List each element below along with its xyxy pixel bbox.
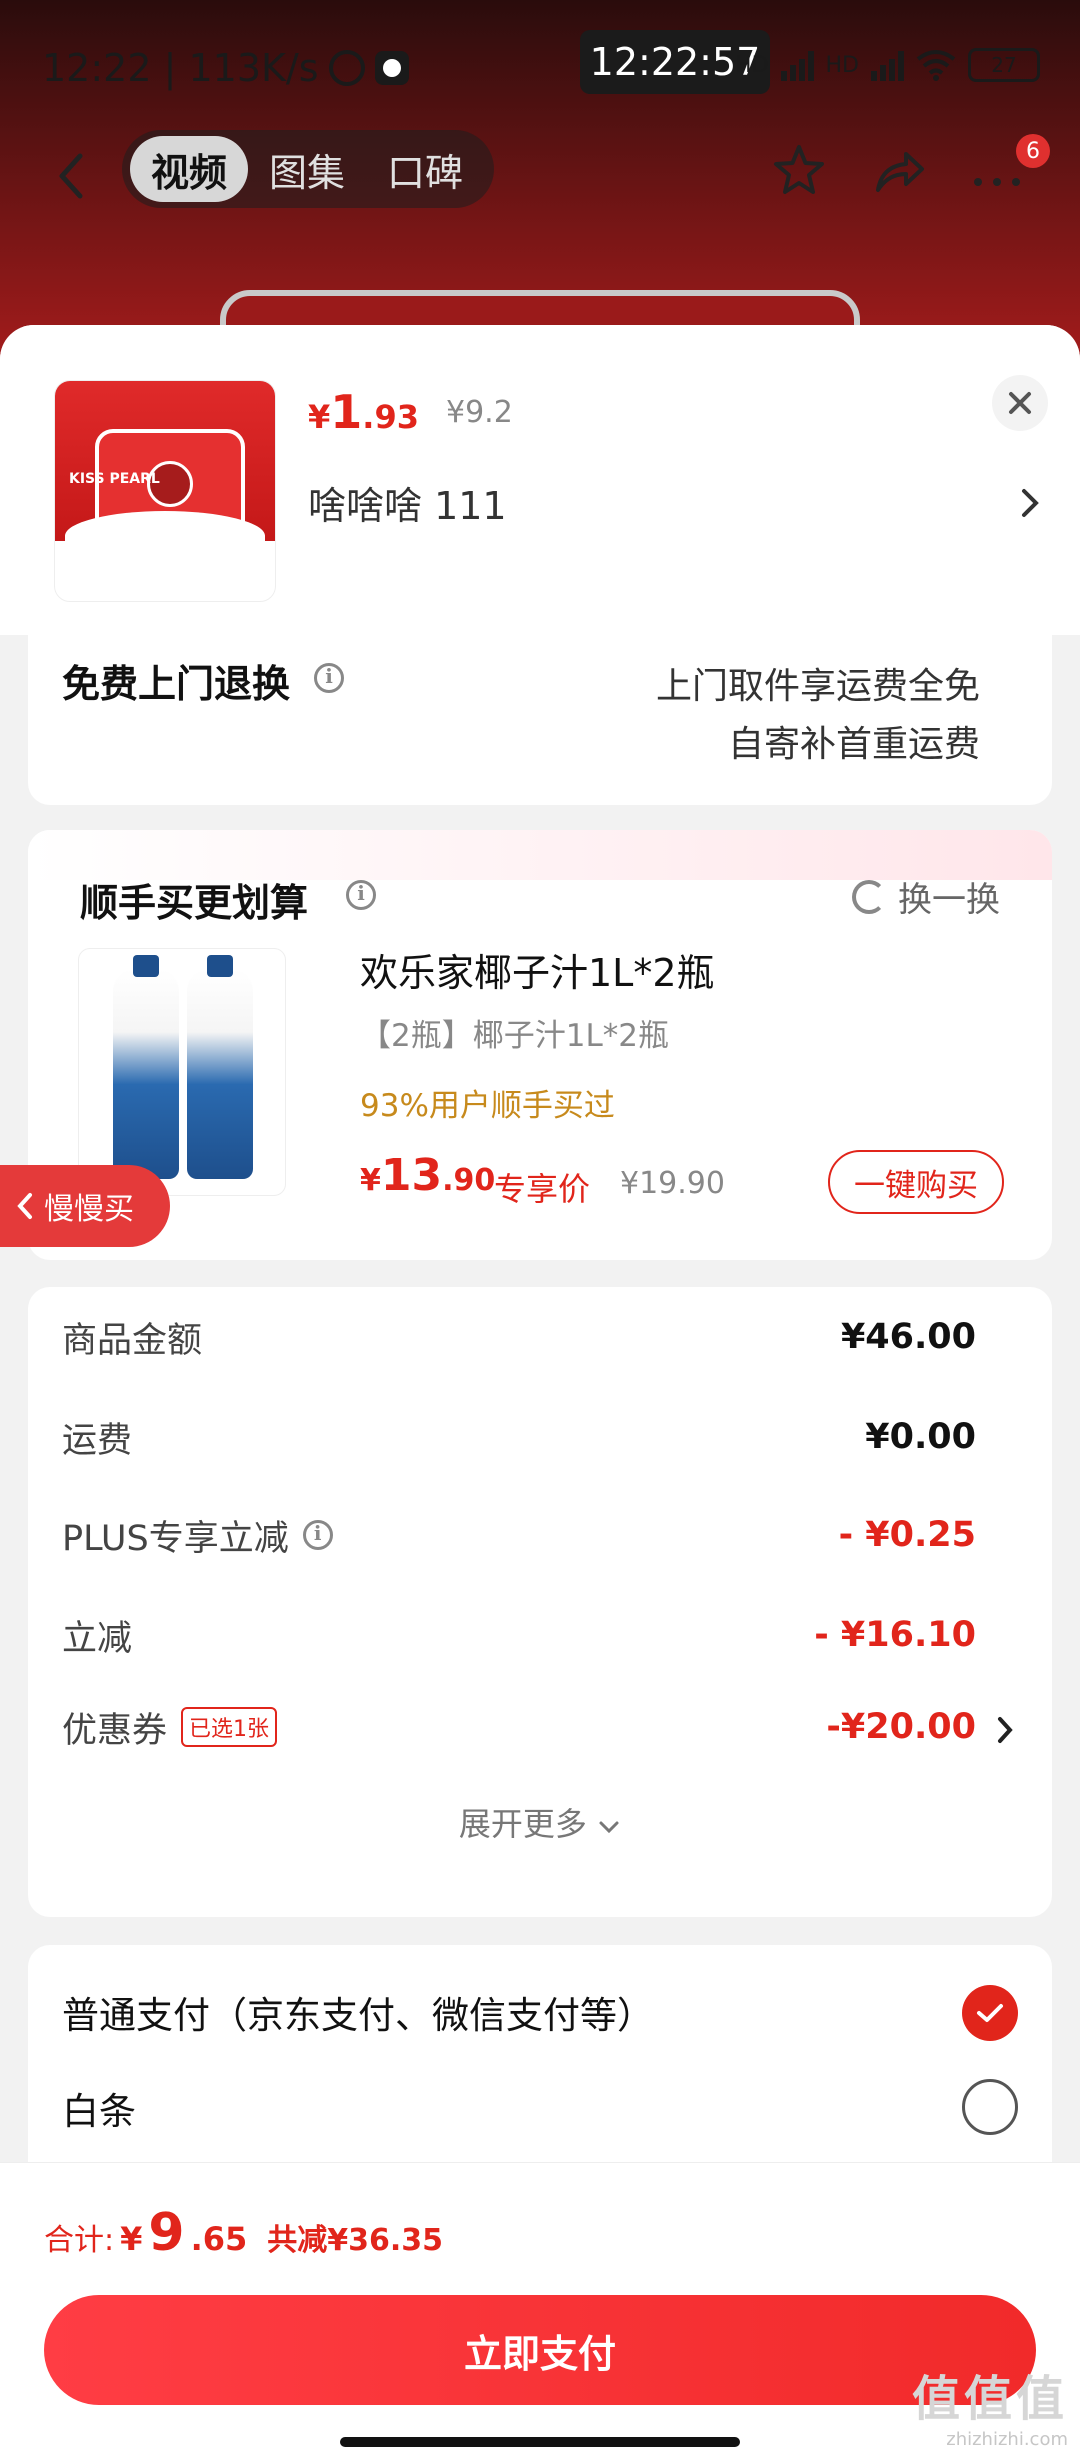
tab-video[interactable]: 视频 [130, 136, 248, 202]
addon-product-image[interactable] [78, 948, 286, 1196]
free-return-title: 免费上门退换 [62, 662, 291, 706]
share-icon [876, 152, 924, 192]
tab-reviews[interactable]: 口碑 [366, 136, 484, 202]
addon-recommendation-card: 顺手买更划算 换一换 欢乐家椰子汁1L*2瓶 【2瓶】椰子汁1L*2瓶 93%用… [28, 830, 1052, 1260]
battery-icon: 27 [968, 48, 1040, 82]
summary-row-instant-discount: 立减 - ¥16.10 [62, 1615, 976, 1659]
bottle-image [113, 955, 179, 1179]
addon-exclusive-label: 专享价 [494, 1170, 591, 1208]
tab-gallery[interactable]: 图集 [248, 136, 366, 202]
product-original-price: ¥9.2 [446, 395, 513, 430]
notification-badge: 6 [1016, 134, 1050, 168]
addon-title: 顺手买更划算 [80, 881, 309, 925]
slow-buy-floating-tab[interactable]: 慢慢买 [0, 1165, 170, 1247]
info-icon[interactable] [314, 663, 344, 693]
home-indicator[interactable] [340, 2437, 740, 2447]
close-icon [1009, 392, 1031, 414]
status-left: 12:22 | 113K/s [42, 46, 409, 90]
top-nav: 视频 图集 口碑 6 [0, 128, 1080, 228]
summary-row-coupon[interactable]: 优惠券 已选1张 -¥20.00 [62, 1697, 976, 1757]
checkout-sheet: KISS PEARL ¥ 1 .93 ¥9.2 啥啥啥 111 免费上门退换 上… [0, 325, 1080, 2460]
status-left-text: 12:22 | 113K/s [42, 46, 319, 90]
app-notification-icon [374, 51, 409, 85]
signal-icon [780, 49, 814, 81]
network-type-label-2: HD [825, 52, 859, 78]
payment-option-standard[interactable]: 普通支付（京东支付、微信支付等） [62, 1985, 654, 2039]
summary-row-plus-discount: PLUS专享立减 - ¥0.25 [62, 1505, 976, 1565]
thumbnail-brand-text: KISS PEARL [69, 471, 160, 487]
free-return-line1: 上门取件享运费全免 [655, 666, 980, 707]
chevron-left-icon [17, 1193, 32, 1219]
check-icon [977, 2004, 1003, 2022]
chevron-down-icon [599, 1821, 619, 1834]
free-return-card: 免费上门退换 上门取件享运费全免 自寄补首重运费 [28, 635, 1052, 805]
product-spec[interactable]: 啥啥啥 111 [308, 475, 507, 530]
addon-product-spec: 【2瓶】椰子汁1L*2瓶 [360, 1018, 669, 1054]
summary-row-shipping: 运费 ¥0.00 [62, 1417, 976, 1461]
info-icon[interactable] [346, 880, 376, 910]
addon-bought-percent: 93%用户顺手买过 [360, 1088, 615, 1124]
slow-buy-label: 慢慢买 [44, 1192, 134, 1227]
signal-icon-2 [871, 49, 904, 81]
radio-selected[interactable] [962, 1985, 1018, 2041]
coupon-selected-chip: 已选1张 [181, 1707, 278, 1747]
bottle-image [187, 955, 253, 1179]
chevron-left-icon [59, 153, 83, 199]
refresh-icon [852, 879, 886, 914]
pay-now-button[interactable]: 立即支付 [44, 2295, 1036, 2405]
addon-product-name[interactable]: 欢乐家椰子汁1L*2瓶 [360, 942, 715, 997]
info-icon[interactable] [302, 1520, 333, 1550]
total-saved: 共减¥36.35 [267, 2223, 444, 2258]
watermark: 值值值 zhizhizhi.com [911, 2371, 1068, 2450]
addon-original-price: ¥19.90 [620, 1166, 725, 1201]
product-thumbnail[interactable]: KISS PEARL [54, 380, 276, 602]
one-click-buy-button[interactable]: 一键购买 [828, 1150, 1004, 1214]
free-return-line2: 自寄补首重运费 [727, 724, 980, 765]
payment-option-baitiao[interactable]: 白条 [62, 2081, 136, 2135]
share-button[interactable] [864, 136, 934, 206]
back-button[interactable] [44, 146, 100, 206]
addon-price: ¥ 13 .90 [360, 1150, 496, 1201]
expand-more-button[interactable]: 展开更多 [28, 1799, 1052, 1845]
checkout-footer: 合计: ¥9.65 共减¥36.35 立即支付 值值值 zhizhizhi.co… [0, 2162, 1080, 2460]
star-icon [774, 145, 824, 194]
favorite-button[interactable] [764, 136, 834, 206]
order-total: 合计: ¥9.65 共减¥36.35 [44, 2203, 444, 2263]
status-right: HD HD 27 [735, 48, 1040, 82]
price-summary-card: 商品金额 ¥46.00 运费 ¥0.00 PLUS专享立减 - ¥0.25 立减… [28, 1287, 1052, 1917]
alarm-icon [328, 50, 365, 86]
product-price: ¥ 1 .93 [308, 385, 419, 439]
spec-chevron-right-icon[interactable] [1014, 483, 1044, 523]
summary-row-subtotal: 商品金额 ¥46.00 [62, 1317, 976, 1361]
swap-label: 换一换 [898, 880, 1000, 920]
status-bar: 12:22 | 113K/s 12:22:57 HD HD 27 [0, 0, 1080, 130]
product-header: KISS PEARL ¥ 1 .93 ¥9.2 啥啥啥 111 [0, 325, 1080, 635]
network-type-label: HD [735, 52, 769, 78]
wifi-icon [916, 50, 956, 81]
swap-button[interactable]: 换一换 [852, 872, 1000, 921]
radio-unselected[interactable] [962, 2079, 1018, 2135]
media-tabs: 视频 图集 口碑 [122, 130, 494, 208]
close-button[interactable] [992, 375, 1048, 431]
coupon-chevron-right-icon[interactable] [992, 1713, 1018, 1747]
